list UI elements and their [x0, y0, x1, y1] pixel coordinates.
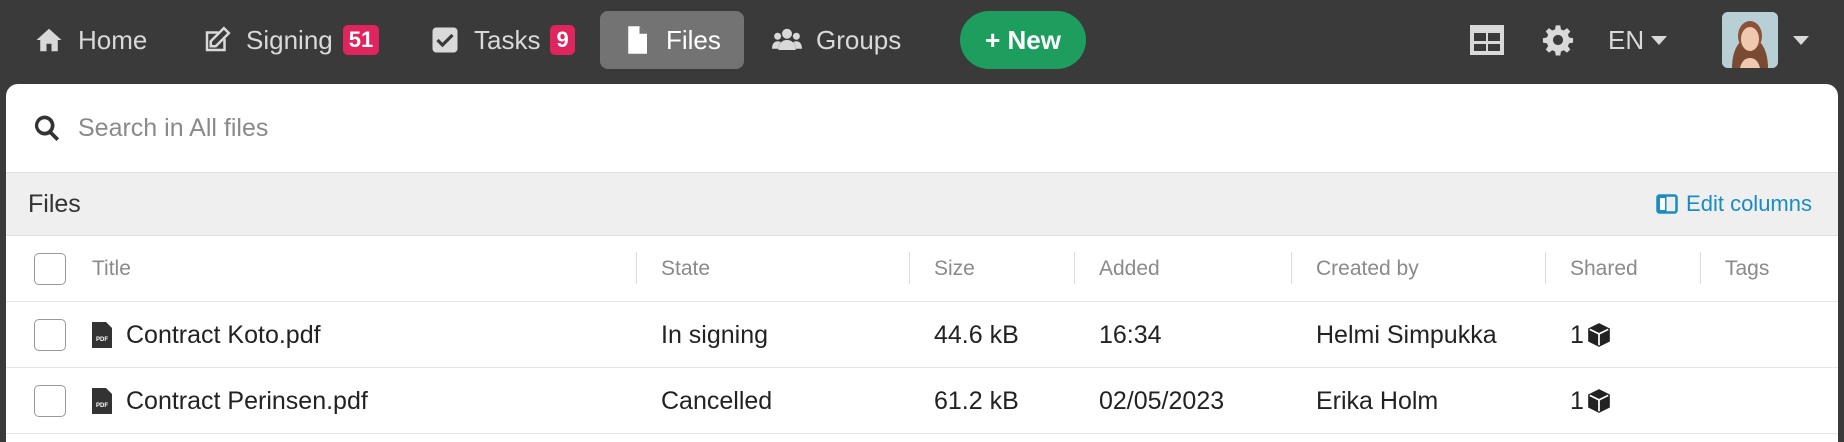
table-row[interactable]: PDF Contract Perinsen.pdf Cancelled 61.2… — [6, 368, 1838, 434]
chevron-down-icon — [1651, 36, 1668, 45]
nav-signing-label: Signing — [246, 24, 333, 55]
edit-columns-label: Edit columns — [1686, 191, 1812, 216]
cube-icon — [1588, 323, 1610, 347]
file-added: 16:34 — [1099, 320, 1162, 349]
column-divider[interactable] — [636, 252, 637, 284]
svg-text:PDF: PDF — [96, 337, 108, 343]
column-header-size[interactable]: Size — [934, 236, 975, 302]
column-divider[interactable] — [1545, 252, 1546, 284]
nav-groups[interactable]: Groups — [750, 11, 923, 69]
file-size: 61.2 kB — [934, 386, 1019, 415]
row-checkbox[interactable] — [34, 319, 66, 351]
new-button[interactable]: + New — [960, 11, 1086, 69]
column-header-created-by[interactable]: Created by — [1316, 236, 1419, 302]
nav-tasks-label: Tasks — [474, 24, 541, 55]
files-panel: Files Edit columns Title State Size Adde… — [6, 84, 1838, 442]
nav-signing[interactable]: Signing 51 — [180, 11, 401, 69]
column-header-added[interactable]: Added — [1099, 236, 1160, 302]
file-title-cell[interactable]: PDF Contract Perinsen.pdf — [92, 368, 368, 434]
file-size: 44.6 kB — [934, 320, 1019, 349]
file-state: In signing — [661, 320, 769, 349]
signing-count-badge: 51 — [342, 25, 380, 55]
column-header-tags[interactable]: Tags — [1725, 236, 1769, 302]
user-avatar[interactable] — [1722, 12, 1778, 68]
file-shared[interactable]: 1 — [1570, 302, 1612, 368]
nav-home[interactable]: Home — [12, 11, 169, 69]
language-label: EN — [1608, 24, 1645, 55]
svg-text:PDF: PDF — [96, 403, 108, 409]
home-icon — [36, 28, 62, 52]
file-state: Cancelled — [661, 386, 773, 415]
search-bar — [6, 84, 1838, 172]
column-divider[interactable] — [1700, 252, 1701, 284]
table-row[interactable]: PDF Contract Koto.pdf In signing 44.6 kB… — [6, 302, 1838, 368]
nav-home-label: Home — [78, 24, 148, 55]
column-divider[interactable] — [909, 252, 910, 284]
nav-files[interactable]: Files — [600, 11, 744, 69]
column-header-shared[interactable]: Shared — [1570, 236, 1638, 302]
file-title-cell[interactable]: PDF Contract Koto.pdf — [92, 302, 321, 368]
column-divider[interactable] — [1074, 252, 1075, 284]
top-navigation-bar: Home Signing 51 Tasks 9 Files Groups + N… — [0, 0, 1844, 80]
settings-button[interactable] — [1542, 16, 1574, 64]
edit-icon — [205, 26, 231, 52]
column-header-state[interactable]: State — [661, 236, 710, 302]
select-all-checkbox[interactable] — [34, 253, 66, 285]
files-header-bar: Files Edit columns — [6, 172, 1838, 236]
file-created-by: Erika Holm — [1316, 386, 1439, 415]
grid-icon — [1470, 25, 1504, 55]
file-added: 02/05/2023 — [1099, 386, 1225, 415]
file-created-by: Helmi Simpukka — [1316, 320, 1497, 349]
avatar-image — [1722, 12, 1778, 68]
pdf-file-icon: PDF — [92, 388, 112, 414]
file-title: Contract Perinsen.pdf — [126, 386, 368, 415]
search-icon — [34, 115, 60, 141]
tasks-count-badge: 9 — [550, 25, 575, 55]
pdf-file-icon: PDF — [92, 322, 112, 348]
search-input[interactable] — [78, 113, 1678, 143]
shared-count: 1 — [1570, 320, 1584, 349]
cube-icon — [1588, 389, 1610, 413]
checkbox-icon — [432, 27, 458, 53]
account-menu-toggle[interactable] — [1792, 16, 1810, 64]
files-section-title: Files — [28, 189, 81, 218]
file-icon — [628, 26, 647, 54]
nav-groups-label: Groups — [816, 24, 902, 55]
edit-columns-button[interactable]: Edit columns — [1656, 191, 1812, 217]
chevron-down-icon — [1793, 36, 1809, 45]
row-checkbox[interactable] — [34, 385, 66, 417]
table-header-row: Title State Size Added Created by Shared… — [6, 236, 1838, 302]
gear-icon — [1542, 25, 1574, 56]
columns-icon — [1656, 194, 1678, 214]
users-icon — [772, 28, 802, 50]
column-header-title[interactable]: Title — [92, 236, 131, 302]
file-shared[interactable]: 1 — [1570, 368, 1612, 434]
file-title: Contract Koto.pdf — [126, 320, 321, 349]
nav-files-label: Files — [666, 24, 721, 55]
nav-tasks[interactable]: Tasks 9 — [408, 11, 597, 69]
language-selector[interactable]: EN — [1608, 16, 1668, 64]
column-divider[interactable] — [1291, 252, 1292, 284]
shared-count: 1 — [1570, 386, 1584, 415]
grid-view-button[interactable] — [1468, 16, 1506, 64]
